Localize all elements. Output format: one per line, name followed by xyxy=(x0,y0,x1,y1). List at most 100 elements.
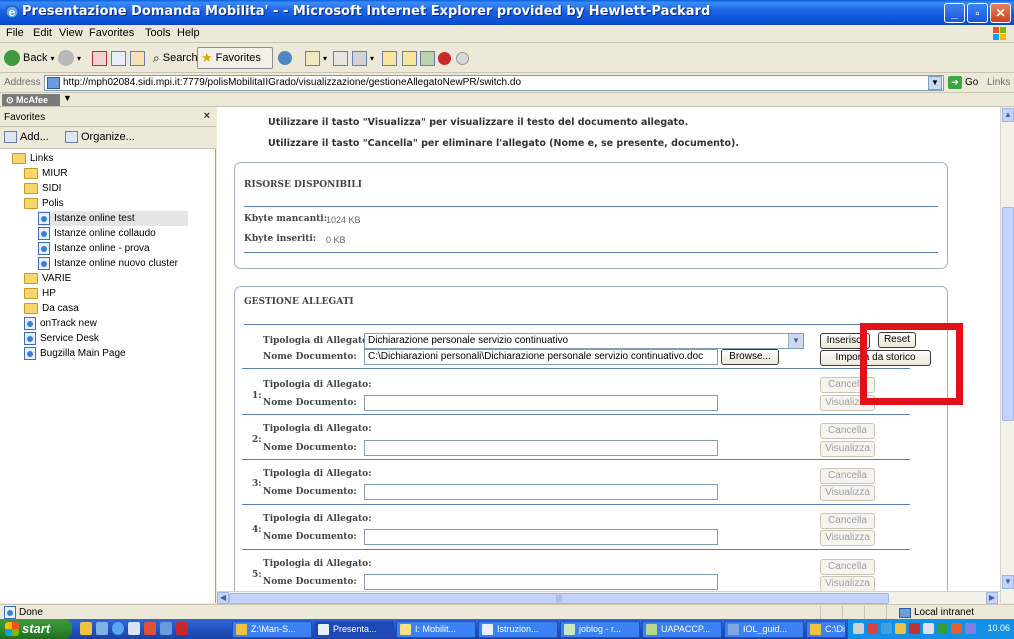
window-titlebar[interactable]: e Presentazione Domanda Mobilita' - - Mi… xyxy=(0,0,1014,25)
start-button[interactable]: start xyxy=(0,619,72,639)
tipologia-select[interactable]: Dichiarazione personale servizio continu… xyxy=(364,333,804,349)
tray-alert-icon[interactable] xyxy=(951,623,962,634)
messenger-button[interactable] xyxy=(420,49,435,67)
task-button-mobilit[interactable]: I: Mobilit... xyxy=(396,621,476,638)
browse-button[interactable]: Browse... xyxy=(721,349,779,365)
scroll-up-icon[interactable]: ▲ xyxy=(1002,108,1014,122)
go-button[interactable]: ➔ Go xyxy=(948,76,978,89)
menu-edit[interactable]: Edit xyxy=(33,27,52,39)
row2-visualizza-button[interactable]: Visualizza xyxy=(820,441,875,457)
fav-folder-hp[interactable]: HP xyxy=(24,286,56,301)
quicklaunch-outlook-icon[interactable] xyxy=(160,622,172,635)
extra-button[interactable] xyxy=(456,49,469,67)
tray-network-icon[interactable] xyxy=(881,623,892,634)
row5-cancella-button[interactable]: Cancella xyxy=(820,559,875,575)
tray-antivirus-icon[interactable] xyxy=(909,623,920,634)
row2-nome-input[interactable] xyxy=(364,440,718,456)
quicklaunch-users-icon[interactable] xyxy=(96,622,108,635)
task-button-iol-guid[interactable]: IOL_guid... xyxy=(724,621,804,638)
vertical-scrollbar[interactable]: ▲ ▼ xyxy=(1000,107,1014,603)
row5-nome-input[interactable] xyxy=(364,574,718,590)
row4-cancella-button[interactable]: Cancella xyxy=(820,513,875,529)
task-button-dichia[interactable]: C:\Dichia... xyxy=(806,621,846,638)
mcafee-button[interactable]: ⊙ McAfee xyxy=(2,94,60,106)
fav-folder-miur[interactable]: MIUR xyxy=(24,166,68,181)
quicklaunch-ie-icon[interactable] xyxy=(112,622,124,635)
menu-tools[interactable]: Tools xyxy=(145,27,171,39)
horizontal-scrollbar[interactable]: ◀ ||| ▶ xyxy=(217,591,1000,604)
minimize-button[interactable]: _ xyxy=(944,3,965,23)
close-button[interactable]: ✕ xyxy=(990,3,1011,23)
menu-favorites[interactable]: Favorites xyxy=(89,27,134,39)
quicklaunch-desktop-icon[interactable] xyxy=(128,622,140,635)
tray-update-icon[interactable] xyxy=(937,623,948,634)
menu-help[interactable]: Help xyxy=(177,27,200,39)
task-button-presenta[interactable]: Presenta... xyxy=(314,621,394,638)
menu-view[interactable]: View xyxy=(59,27,83,39)
fav-folder-polis[interactable]: Polis xyxy=(24,196,64,211)
mail-button[interactable]: ▾ xyxy=(305,49,327,67)
research-button[interactable] xyxy=(402,49,417,67)
row4-visualizza-button[interactable]: Visualizza xyxy=(820,530,875,546)
address-dropdown-button[interactable]: ▼ xyxy=(928,76,942,90)
address-input[interactable]: http://mph02084.sidi.mpi.it:7779/polisMo… xyxy=(44,75,944,91)
print-button[interactable] xyxy=(333,49,348,67)
history-button[interactable] xyxy=(278,49,292,67)
taskbar-clock[interactable]: 10.06 xyxy=(987,623,1010,633)
close-favorites-icon[interactable]: × xyxy=(204,110,210,122)
home-button[interactable] xyxy=(130,49,145,67)
tray-misc-icon[interactable] xyxy=(965,623,976,634)
task-button-istruzion[interactable]: Istruzion... xyxy=(478,621,558,638)
scroll-down-icon[interactable]: ▼ xyxy=(1002,575,1014,589)
row3-cancella-button[interactable]: Cancella xyxy=(820,468,875,484)
task-button-uapaccp[interactable]: UAPACCP... xyxy=(642,621,722,638)
row5-visualizza-button[interactable]: Visualizza xyxy=(820,576,875,592)
favorites-button[interactable]: ★ Favorites xyxy=(197,47,273,69)
quicklaunch-folder-icon[interactable] xyxy=(80,622,92,635)
tray-security-icon[interactable] xyxy=(867,623,878,634)
task-button-man-s[interactable]: Z:\Man-S... xyxy=(232,621,312,638)
quicklaunch-acrobat-icon[interactable] xyxy=(176,622,188,635)
fav-item-istanze-test[interactable]: Istanze online test xyxy=(38,211,188,226)
fav-item-istanze-collaudo[interactable]: Istanze online collaudo xyxy=(38,226,156,241)
stop-button[interactable] xyxy=(92,49,107,67)
vertical-scroll-thumb[interactable] xyxy=(1002,207,1014,421)
task-button-joblog[interactable]: joblog - r... xyxy=(560,621,640,638)
discuss-button[interactable] xyxy=(382,49,397,67)
fav-item-ontrack[interactable]: onTrack new xyxy=(24,316,97,331)
fav-folder-sidi[interactable]: SIDI xyxy=(24,181,61,196)
row2-cancella-button[interactable]: Cancella xyxy=(820,423,875,439)
fav-item-service-desk[interactable]: Service Desk xyxy=(24,331,99,346)
tray-arrow-icon[interactable] xyxy=(853,623,864,634)
fav-folder-varie[interactable]: VARIE xyxy=(24,271,71,286)
fav-item-bugzilla[interactable]: Bugzilla Main Page xyxy=(24,346,126,361)
row3-visualizza-button[interactable]: Visualizza xyxy=(820,485,875,501)
links-button[interactable]: Links xyxy=(987,77,1010,88)
menu-file[interactable]: File xyxy=(6,27,24,39)
row1-nome-input[interactable] xyxy=(364,395,718,411)
quicklaunch-app-icon[interactable] xyxy=(144,622,156,635)
search-button[interactable]: ⌕ Search xyxy=(153,49,198,67)
horizontal-scroll-thumb[interactable]: ||| xyxy=(229,593,889,604)
row4-nome-input[interactable] xyxy=(364,529,718,545)
addon-button[interactable] xyxy=(438,49,451,67)
scroll-left-icon[interactable]: ◀ xyxy=(217,592,229,604)
tray-app-icon[interactable] xyxy=(895,623,906,634)
scroll-right-icon[interactable]: ▶ xyxy=(986,592,998,604)
edit-button[interactable]: ▾ xyxy=(352,49,374,67)
fav-folder-da-casa[interactable]: Da casa xyxy=(24,301,79,316)
fav-item-istanze-cluster[interactable]: Istanze online nuovo cluster xyxy=(38,256,178,271)
tray-volume-icon[interactable] xyxy=(923,623,934,634)
refresh-button[interactable] xyxy=(111,49,126,67)
add-favorite-button[interactable]: Add... xyxy=(4,131,49,143)
nome-documento-input[interactable]: C:\Dichiarazioni personali\Dichiarazione… xyxy=(364,349,718,365)
back-button[interactable]: Back ▾ xyxy=(4,49,54,67)
fav-folder-links[interactable]: Links xyxy=(12,151,53,166)
organize-favorites-button[interactable]: Organize... xyxy=(65,131,135,143)
mcafee-dropdown-icon[interactable]: ▼ xyxy=(63,93,72,103)
chevron-down-icon[interactable]: ▼ xyxy=(788,334,803,348)
maximize-button[interactable]: ▫ xyxy=(967,3,988,23)
row3-nome-input[interactable] xyxy=(364,484,718,500)
fav-item-istanze-prova[interactable]: Istanze online - prova xyxy=(38,241,150,256)
forward-button[interactable]: ▾ xyxy=(58,49,81,67)
